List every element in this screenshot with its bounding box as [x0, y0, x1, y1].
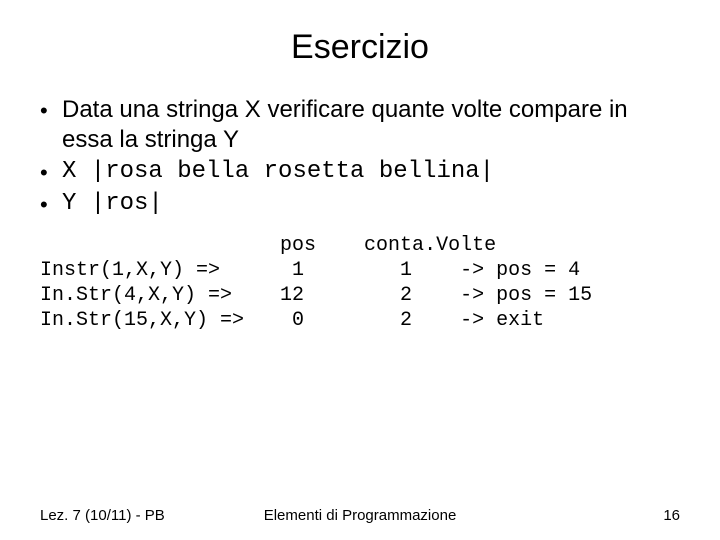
- footer: Lez. 7 (10/11) - PB Elementi di Programm…: [0, 507, 720, 524]
- bullet-item: • Y |ros|: [40, 189, 680, 219]
- slide-title: Esercizio: [40, 28, 680, 67]
- bullet-dot-icon: •: [40, 95, 62, 125]
- slide-body: • Data una stringa X verificare quante v…: [40, 95, 680, 333]
- bullet-dot-icon: •: [40, 157, 62, 187]
- bullet-item: • X |rosa bella rosetta bellina|: [40, 157, 680, 187]
- footer-left: Lez. 7 (10/11) - PB: [40, 507, 165, 524]
- slide: Esercizio • Data una stringa X verificar…: [0, 0, 720, 540]
- trace-block: pos conta.Volte Instr(1,X,Y) => 1 1 -> p…: [40, 233, 680, 333]
- bullet-item: • Data una stringa X verificare quante v…: [40, 95, 680, 155]
- footer-page-number: 16: [663, 507, 680, 524]
- bullet-code: Y |ros|: [62, 189, 680, 219]
- bullet-dot-icon: •: [40, 189, 62, 219]
- bullet-code: X |rosa bella rosetta bellina|: [62, 157, 680, 187]
- bullet-text: Data una stringa X verificare quante vol…: [62, 95, 680, 155]
